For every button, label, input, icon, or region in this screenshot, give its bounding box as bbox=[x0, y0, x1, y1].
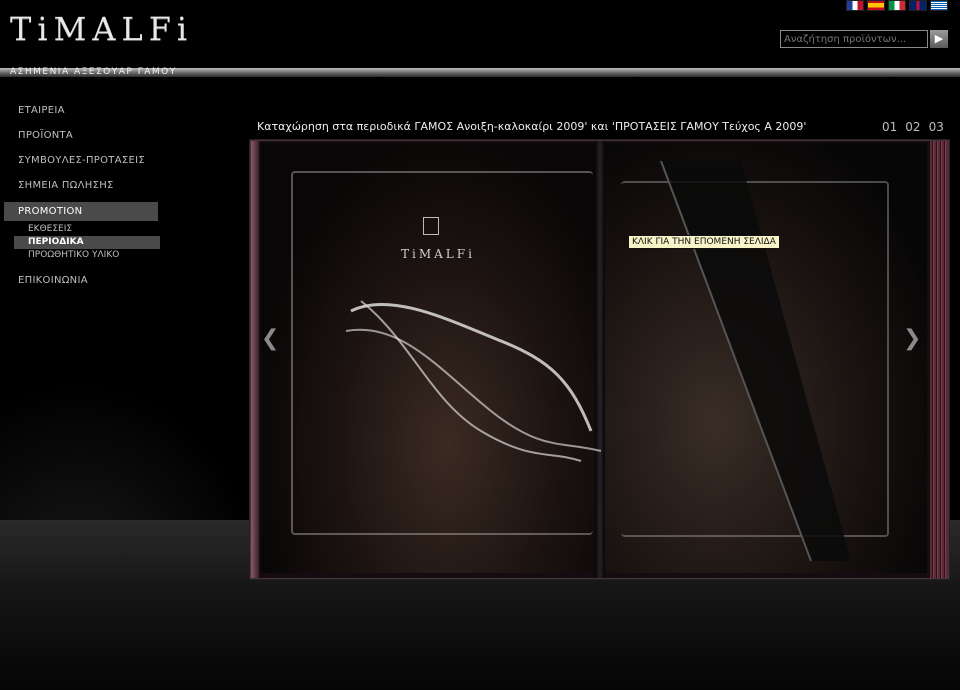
book-edge-left bbox=[251, 141, 259, 578]
brand-tagline: ΑΣΗΜΕΝΙΑ ΑΞΕΣΟΥΑΡ ΓΑΜΟΥ bbox=[10, 67, 177, 77]
nav-item-company[interactable]: ΕΤΑΙΡΕΙΑ bbox=[0, 98, 160, 123]
nav-item-suggestions[interactable]: ΣΥΜΒΟΥΛΕΣ-ΠΡΟΤΑΣΕΙΣ bbox=[0, 148, 160, 173]
next-page-tooltip: ΚΛΙΚ ΓΙΑ ΤΗΝ ΕΠΟΜΕΝΗ ΣΕΛΙΔΑ bbox=[628, 235, 780, 249]
greece-flag-icon[interactable] bbox=[930, 0, 948, 11]
nav-item-contact[interactable]: ΕΠΙΚΟΙΝΩΝΙΑ bbox=[0, 268, 160, 293]
ribbon-illustration bbox=[345, 300, 602, 462]
book-edge-right bbox=[930, 141, 948, 578]
france-flag-icon[interactable] bbox=[846, 0, 864, 11]
brand-logo[interactable]: TiMALFi bbox=[10, 10, 193, 48]
spain-flag-icon[interactable] bbox=[867, 0, 885, 11]
page-pagination: 01 02 03 bbox=[882, 120, 944, 134]
page-link-02[interactable]: 02 bbox=[905, 120, 920, 134]
subnav-item-magazines[interactable]: ΠΕΡΙΟΔΙΚΑ bbox=[14, 236, 160, 249]
subnav-item-exhibitions[interactable]: ΕΚΘΕΣΕΙΣ bbox=[14, 223, 160, 236]
nav-item-points-of-sale[interactable]: ΣΗΜΕΙΑ ΠΩΛΗΣΗΣ bbox=[0, 173, 160, 198]
language-flags bbox=[846, 0, 948, 11]
page-link-03[interactable]: 03 bbox=[929, 120, 944, 134]
chevron-right-icon[interactable]: ❯ bbox=[903, 326, 921, 351]
main-nav: ΕΤΑΙΡΕΙΑ ΠΡΟΪΟΝΤΑ ΣΥΜΒΟΥΛΕΣ-ΠΡΟΤΑΣΕΙΣ ΣΗ… bbox=[0, 98, 160, 293]
magazine-viewer[interactable]: TiMALFi ❮ ❯ bbox=[250, 140, 949, 579]
subnav-item-promo-material[interactable]: ΠΡΟΩΘΗΤΙΚΟ ΥΛΙΚΟ bbox=[14, 249, 160, 262]
search-submit-button[interactable]: ▶ bbox=[930, 30, 948, 48]
nav-item-promotion[interactable]: PROMOTION bbox=[4, 202, 158, 221]
chevron-right-icon: ▶ bbox=[934, 32, 944, 45]
search-box: ▶ bbox=[780, 30, 948, 48]
italy-flag-icon[interactable] bbox=[888, 0, 906, 11]
page-caption: Καταχώρηση στα περιοδικά ΓΑΜΟΣ Ανοιξη-κα… bbox=[257, 120, 807, 133]
book-logo-mark-icon bbox=[423, 217, 439, 235]
page-link-01[interactable]: 01 bbox=[882, 120, 897, 134]
book-logo: TiMALFi bbox=[401, 247, 475, 261]
promotion-subnav: ΕΚΘΕΣΕΙΣ ΠΕΡΙΟΔΙΚΑ ΠΡΟΩΘΗΤΙΚΟ ΥΛΙΚΟ bbox=[0, 223, 160, 262]
nav-item-products[interactable]: ΠΡΟΪΟΝΤΑ bbox=[0, 123, 160, 148]
search-input[interactable] bbox=[780, 30, 928, 48]
chevron-left-icon[interactable]: ❮ bbox=[261, 326, 279, 351]
uk-flag-icon[interactable] bbox=[909, 0, 927, 11]
page-curl-illustration bbox=[660, 161, 851, 561]
